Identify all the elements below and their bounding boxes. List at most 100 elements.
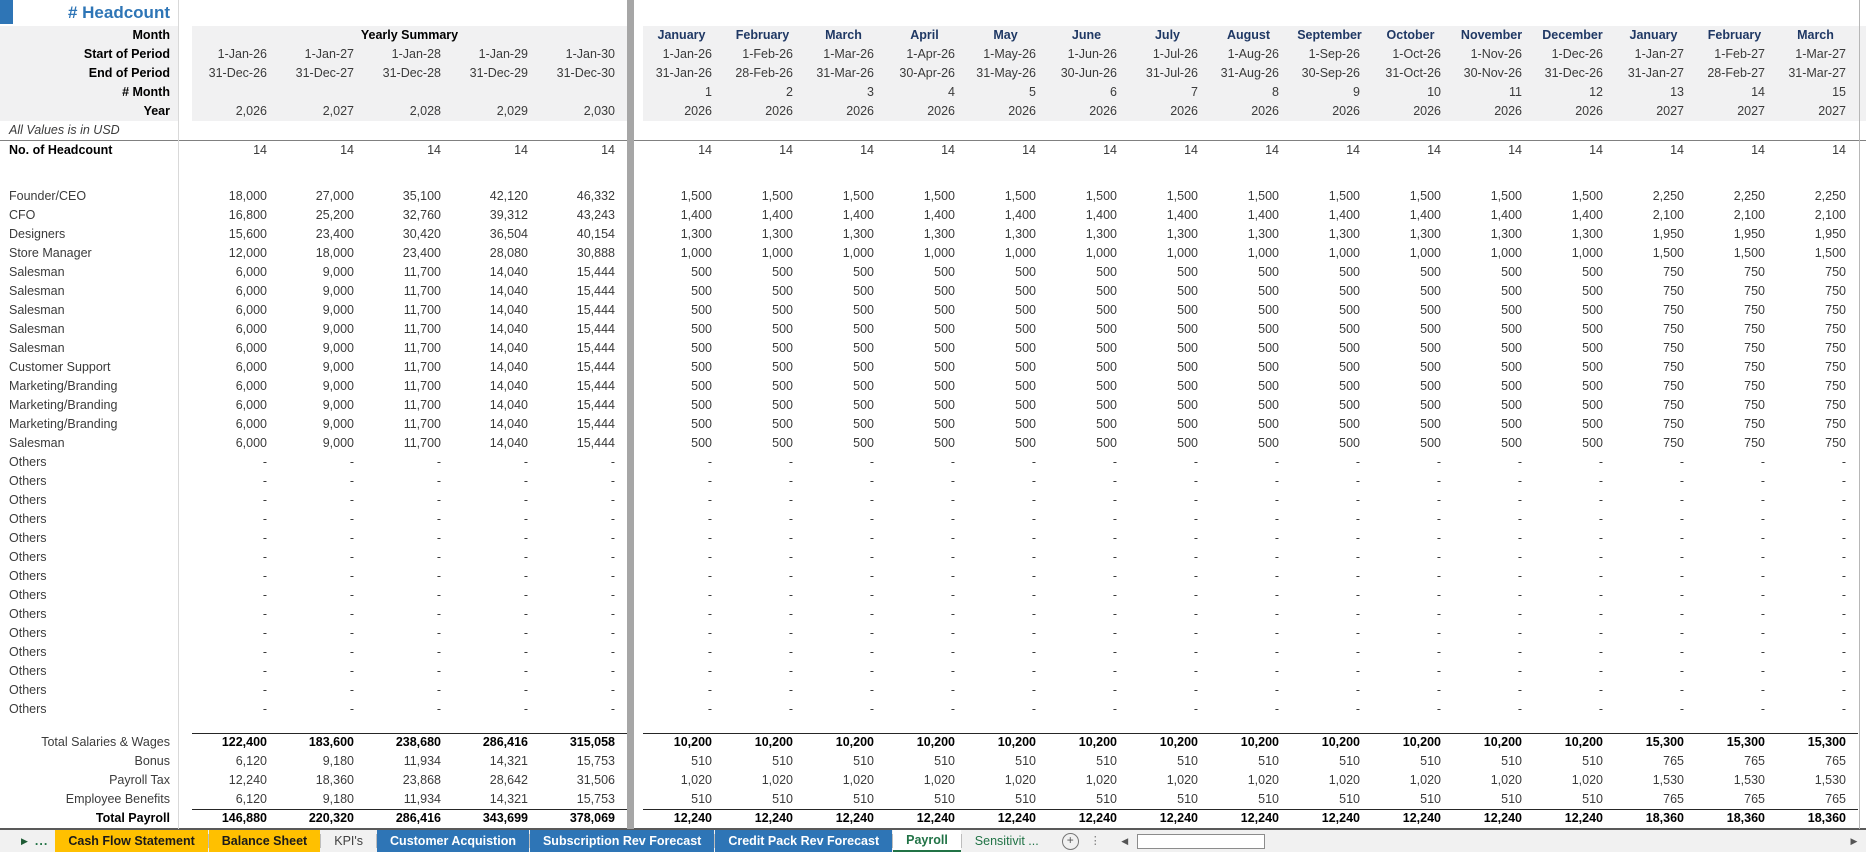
row-label-cell[interactable]: Others bbox=[0, 662, 178, 681]
monthly-value-cell[interactable]: - bbox=[805, 624, 886, 643]
month-name-cell[interactable]: October bbox=[1372, 26, 1453, 45]
yearly-value-cell[interactable]: - bbox=[540, 662, 627, 681]
monthly-value-cell[interactable]: 1,020 bbox=[805, 771, 886, 790]
monthly-value-cell[interactable]: 1,020 bbox=[1453, 771, 1534, 790]
monthly-value-cell[interactable]: 1-Mar-26 bbox=[805, 45, 886, 64]
monthly-value-cell[interactable]: 12,240 bbox=[805, 809, 886, 828]
monthly-value-cell[interactable]: 500 bbox=[967, 415, 1048, 434]
yearly-value-cell[interactable]: - bbox=[366, 548, 453, 567]
monthly-value-cell[interactable]: 500 bbox=[1534, 339, 1615, 358]
monthly-value-cell[interactable]: 1,400 bbox=[1210, 206, 1291, 225]
monthly-value-cell[interactable]: - bbox=[1129, 624, 1210, 643]
monthly-value-cell[interactable]: - bbox=[1048, 453, 1129, 472]
monthly-value-cell[interactable]: 31-Jul-26 bbox=[1129, 64, 1210, 83]
monthly-value-cell[interactable]: 10,200 bbox=[643, 733, 724, 752]
monthly-value-cell[interactable]: - bbox=[1453, 472, 1534, 491]
monthly-value-cell[interactable]: - bbox=[1534, 624, 1615, 643]
yearly-value-cell[interactable]: - bbox=[366, 529, 453, 548]
monthly-value-cell[interactable]: 510 bbox=[967, 790, 1048, 809]
yearly-value-cell[interactable]: 9,000 bbox=[279, 358, 366, 377]
monthly-value-cell[interactable]: - bbox=[1372, 548, 1453, 567]
yearly-value-cell[interactable]: 9,000 bbox=[279, 320, 366, 339]
monthly-value-cell[interactable]: - bbox=[1129, 510, 1210, 529]
monthly-value-cell[interactable]: 510 bbox=[967, 752, 1048, 771]
monthly-value-cell[interactable]: - bbox=[1291, 700, 1372, 719]
monthly-value-cell[interactable]: 12,240 bbox=[1129, 809, 1210, 828]
yearly-value-cell[interactable]: - bbox=[279, 662, 366, 681]
yearly-value-cell[interactable]: 183,600 bbox=[279, 733, 366, 752]
monthly-value-cell[interactable]: - bbox=[1048, 643, 1129, 662]
monthly-value-cell[interactable]: 1,500 bbox=[1453, 187, 1534, 206]
yearly-value-cell[interactable]: 42,120 bbox=[453, 187, 540, 206]
month-name-cell[interactable]: July bbox=[1129, 26, 1210, 45]
yearly-value-cell[interactable]: 12,240 bbox=[192, 771, 279, 790]
yearly-value-cell[interactable]: 14,040 bbox=[453, 396, 540, 415]
monthly-value-cell[interactable]: 510 bbox=[1048, 752, 1129, 771]
monthly-value-cell[interactable]: 14 bbox=[1291, 141, 1372, 160]
yearly-value-cell[interactable]: - bbox=[279, 453, 366, 472]
monthly-value-cell[interactable]: 31-Oct-26 bbox=[1372, 64, 1453, 83]
monthly-value-cell[interactable]: 2,100 bbox=[1696, 206, 1777, 225]
monthly-value-cell[interactable]: - bbox=[1696, 586, 1777, 605]
yearly-value-cell[interactable]: 35,100 bbox=[366, 187, 453, 206]
month-name-cell[interactable]: November bbox=[1453, 26, 1534, 45]
monthly-value-cell[interactable]: 500 bbox=[643, 358, 724, 377]
monthly-value-cell[interactable]: 500 bbox=[1372, 320, 1453, 339]
monthly-value-cell[interactable]: 510 bbox=[805, 752, 886, 771]
monthly-value-cell[interactable]: 500 bbox=[1129, 358, 1210, 377]
monthly-value-cell[interactable]: 12,240 bbox=[886, 809, 967, 828]
monthly-value-cell[interactable]: 15,300 bbox=[1615, 733, 1696, 752]
monthly-value-cell[interactable]: - bbox=[724, 662, 805, 681]
monthly-value-cell[interactable]: 510 bbox=[1453, 752, 1534, 771]
monthly-value-cell[interactable]: - bbox=[724, 605, 805, 624]
monthly-value-cell[interactable]: 500 bbox=[643, 282, 724, 301]
monthly-value-cell[interactable]: 1,300 bbox=[643, 225, 724, 244]
monthly-value-cell[interactable]: 500 bbox=[724, 396, 805, 415]
row-label-cell[interactable]: No. of Headcount bbox=[0, 141, 178, 160]
monthly-value-cell[interactable]: 500 bbox=[1372, 396, 1453, 415]
monthly-value-cell[interactable]: 500 bbox=[1210, 377, 1291, 396]
monthly-value-cell[interactable]: - bbox=[1291, 453, 1372, 472]
monthly-value-cell[interactable]: 10,200 bbox=[1210, 733, 1291, 752]
monthly-value-cell[interactable]: 10,200 bbox=[1372, 733, 1453, 752]
monthly-value-cell[interactable]: - bbox=[1777, 662, 1858, 681]
yearly-value-cell[interactable]: 9,000 bbox=[279, 377, 366, 396]
yearly-value-cell[interactable]: 23,400 bbox=[279, 225, 366, 244]
monthly-value-cell[interactable]: 765 bbox=[1777, 752, 1858, 771]
monthly-value-cell[interactable]: 2026 bbox=[724, 102, 805, 121]
yearly-value-cell[interactable] bbox=[453, 83, 540, 102]
monthly-value-cell[interactable]: 1,020 bbox=[1210, 771, 1291, 790]
monthly-value-cell[interactable]: 1,400 bbox=[1129, 206, 1210, 225]
yearly-value-cell[interactable]: 2,029 bbox=[453, 102, 540, 121]
monthly-value-cell[interactable]: 1,000 bbox=[1453, 244, 1534, 263]
monthly-value-cell[interactable]: 12,240 bbox=[1048, 809, 1129, 828]
monthly-value-cell[interactable]: 500 bbox=[1372, 377, 1453, 396]
monthly-value-cell[interactable]: 10,200 bbox=[805, 733, 886, 752]
monthly-value-cell[interactable]: - bbox=[1129, 548, 1210, 567]
monthly-value-cell[interactable]: 500 bbox=[1048, 301, 1129, 320]
monthly-value-cell[interactable]: - bbox=[1372, 681, 1453, 700]
monthly-value-cell[interactable]: 500 bbox=[1534, 301, 1615, 320]
monthly-value-cell[interactable]: - bbox=[886, 529, 967, 548]
monthly-value-cell[interactable]: 500 bbox=[1210, 434, 1291, 453]
monthly-value-cell[interactable]: 750 bbox=[1615, 415, 1696, 434]
monthly-value-cell[interactable]: - bbox=[1615, 662, 1696, 681]
yearly-value-cell[interactable]: 31-Dec-29 bbox=[453, 64, 540, 83]
monthly-value-cell[interactable]: 500 bbox=[805, 415, 886, 434]
yearly-value-cell[interactable]: 2,026 bbox=[192, 102, 279, 121]
monthly-value-cell[interactable]: 750 bbox=[1615, 377, 1696, 396]
monthly-value-cell[interactable]: - bbox=[1615, 453, 1696, 472]
monthly-value-cell[interactable]: 1,000 bbox=[643, 244, 724, 263]
monthly-value-cell[interactable]: 750 bbox=[1696, 434, 1777, 453]
monthly-value-cell[interactable]: 500 bbox=[1291, 415, 1372, 434]
monthly-value-cell[interactable]: - bbox=[886, 643, 967, 662]
monthly-value-cell[interactable]: 2,250 bbox=[1696, 187, 1777, 206]
yearly-value-cell[interactable]: 146,880 bbox=[192, 809, 279, 828]
monthly-value-cell[interactable]: 1,300 bbox=[1129, 225, 1210, 244]
monthly-value-cell[interactable]: 10,200 bbox=[967, 733, 1048, 752]
yearly-value-cell[interactable]: - bbox=[279, 624, 366, 643]
sheet-tab-balance-sheet[interactable]: Balance Sheet bbox=[208, 830, 321, 852]
month-name-cell[interactable]: December bbox=[1534, 26, 1615, 45]
monthly-value-cell[interactable]: 500 bbox=[724, 282, 805, 301]
monthly-value-cell[interactable]: 12,240 bbox=[643, 809, 724, 828]
